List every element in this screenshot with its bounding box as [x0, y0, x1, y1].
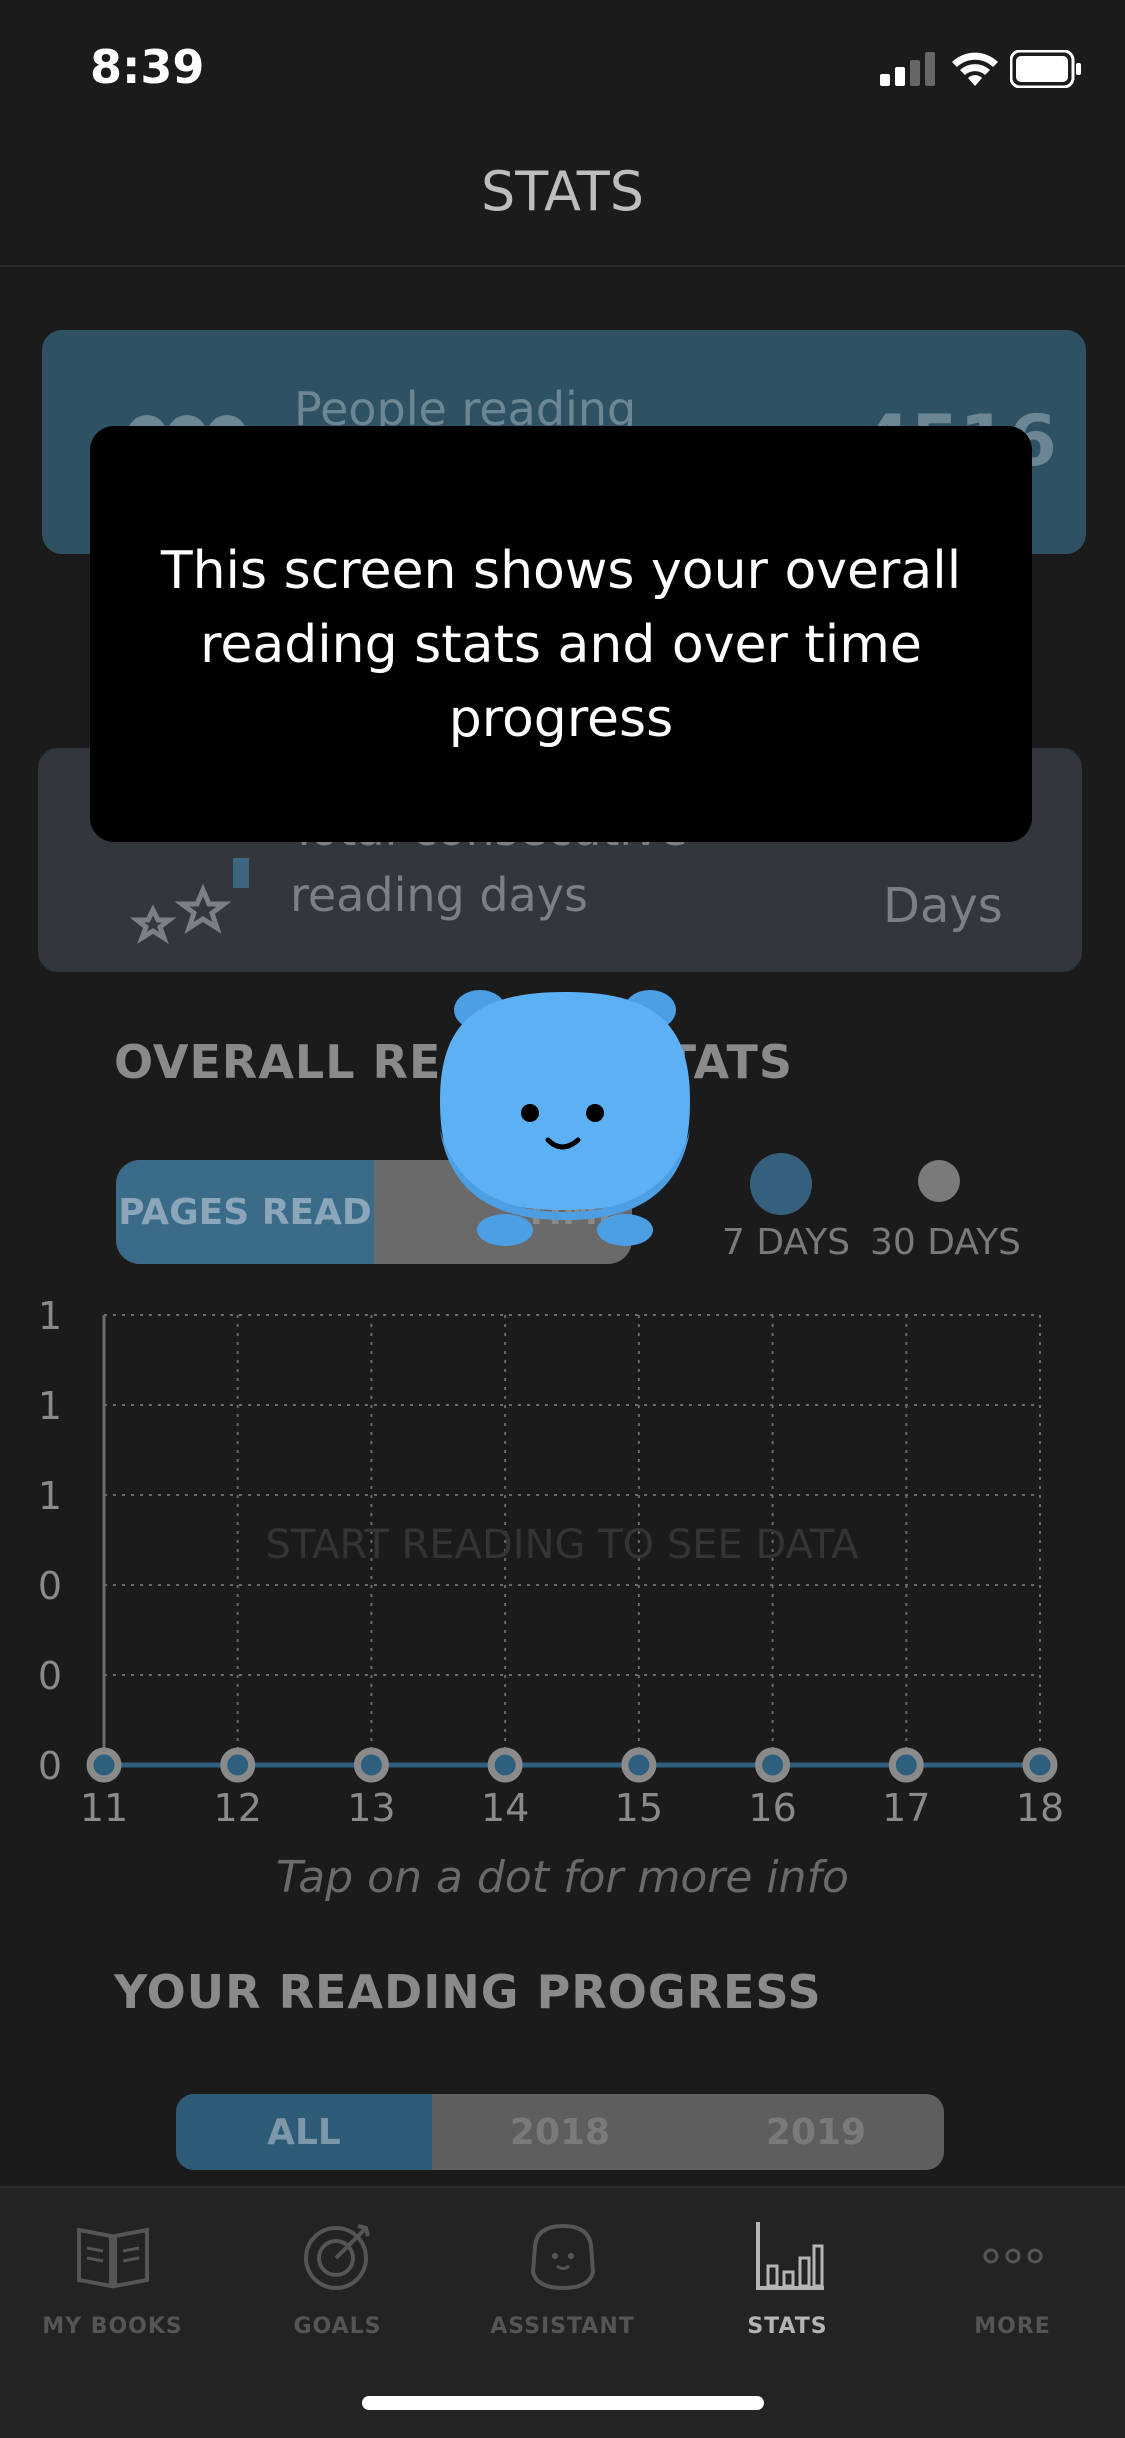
tab-goals[interactable]: GOALS [225, 2216, 450, 2356]
x-tick-label: 13 [347, 1786, 395, 1830]
x-tick-label: 14 [481, 1786, 529, 1830]
tab-assistant-label: ASSISTANT [490, 2314, 635, 2339]
tab-2018[interactable]: 2018 [432, 2094, 688, 2170]
tab-goals-label: GOALS [293, 2314, 382, 2339]
onboarding-tooltip[interactable]: This screen shows your overall reading s… [90, 426, 1032, 842]
tab-all[interactable]: ALL [176, 2094, 432, 2170]
tab-more-label: MORE [974, 2314, 1051, 2339]
x-tick-label: 16 [748, 1786, 796, 1830]
tab-my-books-label: MY BOOKS [42, 2314, 183, 2339]
signal-icon [880, 52, 935, 86]
x-tick-label: 15 [615, 1786, 663, 1830]
range-30-days-radio[interactable] [918, 1160, 960, 1202]
x-tick-label: 18 [1016, 1786, 1064, 1830]
status-time: 8:39 [90, 40, 205, 94]
consecutive-days-unit: Days [883, 878, 1003, 934]
range-30-days-label[interactable]: 30 DAYS [870, 1222, 1021, 1263]
assistant-icon [530, 2223, 595, 2291]
range-7-days-label[interactable]: 7 DAYS [722, 1222, 850, 1263]
tab-2019[interactable]: 2019 [688, 2094, 944, 2170]
tab-more[interactable]: MORE [900, 2216, 1125, 2356]
y-tick-label: 0 [38, 1654, 62, 1698]
y-tick-label: 0 [38, 1564, 62, 1608]
empty-data-message: START READING TO SEE DATA [265, 1522, 859, 1568]
pages-read-chart: 11100011 12 13 14 15 16 17 18START READING TO S… [38, 1294, 1064, 1830]
x-tick-label: 17 [882, 1786, 930, 1830]
mascot-icon[interactable] [420, 980, 710, 1250]
data-point[interactable] [888, 1747, 924, 1783]
tab-my-books[interactable]: MY BOOKS [0, 2216, 225, 2356]
tab-pages-read[interactable]: PAGES READ [116, 1160, 374, 1264]
chart-hint: Tap on a dot for more info [276, 1852, 849, 1903]
x-tick-label: 12 [214, 1786, 262, 1830]
tab-assistant[interactable]: ASSISTANT [450, 2216, 675, 2356]
y-tick-label: 1 [38, 1384, 62, 1428]
home-indicator [362, 2396, 764, 2410]
tab-stats-label: STATS [747, 2314, 828, 2339]
data-point[interactable] [353, 1747, 389, 1783]
data-point[interactable] [220, 1747, 256, 1783]
x-tick-label: 11 [80, 1786, 128, 1830]
tab-stats[interactable]: STATS [675, 2216, 900, 2356]
data-point[interactable] [487, 1747, 523, 1783]
wifi-icon [952, 52, 998, 86]
data-point[interactable] [1022, 1747, 1058, 1783]
page-title: STATS [480, 160, 645, 223]
y-tick-label: 1 [38, 1474, 62, 1518]
bar-chart-icon [755, 2222, 824, 2290]
y-tick-label: 1 [38, 1294, 62, 1338]
range-7-days-radio[interactable] [750, 1153, 812, 1215]
book-icon [76, 2227, 149, 2289]
data-point[interactable] [621, 1747, 657, 1783]
year-segmented-control: ALL 2018 2019 [176, 2094, 944, 2170]
header-divider [0, 265, 1125, 267]
y-tick-label: 0 [38, 1744, 62, 1788]
battery-icon [1010, 50, 1081, 88]
tooltip-text: This screen shows your overall reading s… [160, 541, 962, 749]
reading-progress-title: YOUR READING PROGRESS [114, 1965, 822, 2019]
target-icon [303, 2224, 370, 2290]
data-point[interactable] [755, 1747, 791, 1783]
more-icon [983, 2248, 1042, 2264]
data-point[interactable] [86, 1747, 122, 1783]
